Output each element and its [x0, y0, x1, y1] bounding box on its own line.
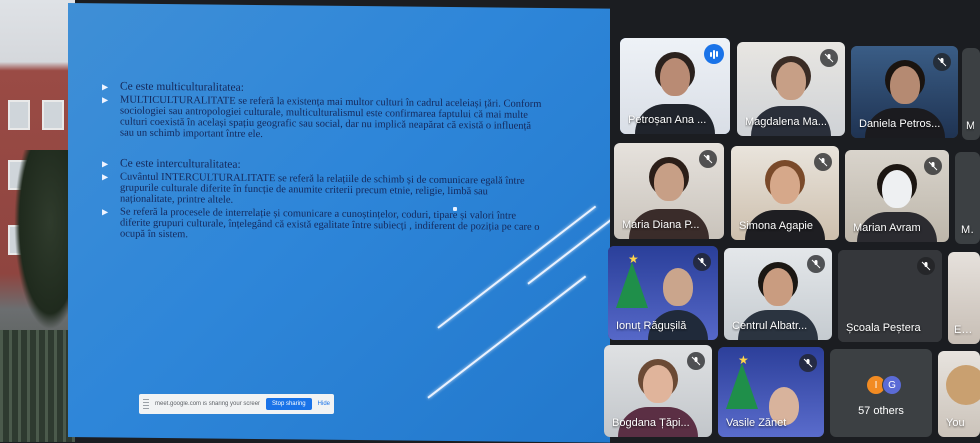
participant-name: Marian Avram: [853, 222, 921, 234]
mic-off-icon: [917, 257, 935, 275]
mic-off-icon: [693, 253, 711, 271]
building-window: [42, 100, 64, 130]
christmas-tree-icon: [616, 262, 648, 308]
mic-off-icon: [820, 49, 838, 67]
participant-tile[interactable]: Ma: [955, 152, 980, 244]
share-message: meet.google.com is sharing your screen.: [155, 401, 260, 407]
participant-name: Ma: [966, 120, 974, 132]
mic-off-icon: [699, 150, 717, 168]
mic-off-icon: [687, 352, 705, 370]
hide-button[interactable]: Hide: [318, 401, 330, 407]
decorative-line: [427, 275, 587, 399]
participant-tile[interactable]: Marian Avram: [845, 150, 949, 242]
mic-off-icon: [814, 153, 832, 171]
participant-name: Ma: [961, 224, 974, 236]
slide-text: Se referă la procesele de interrelație ș…: [120, 206, 540, 241]
participant-name: Centrul Albatr...: [732, 320, 808, 332]
mouse-pointer: [453, 207, 457, 211]
participant-name: Elen: [954, 324, 974, 336]
slide-text: Ce este multiculturalitatea:: [120, 80, 244, 94]
participant-tile[interactable]: Centrul Albatr...: [724, 248, 832, 340]
fence: [0, 330, 75, 442]
stop-sharing-button[interactable]: Stop sharing: [265, 398, 312, 410]
participant-tile[interactable]: Ma: [962, 48, 980, 140]
participant-name: Daniela Petros...: [859, 118, 941, 130]
slide-text: Ce este interculturalitatea:: [120, 157, 241, 171]
participant-name: Bogdana Țăpi...: [612, 417, 690, 429]
screen-share-bar: meet.google.com is sharing your screen. …: [139, 394, 334, 414]
drag-handle-icon[interactable]: [143, 399, 149, 409]
participant-name: Simona Agapie: [739, 220, 813, 232]
bullet-icon: ▶: [102, 95, 109, 105]
speaking-indicator-icon: [704, 44, 724, 64]
participant-tile[interactable]: ★ Ionuț Răgușilă: [608, 246, 718, 340]
participant-tile[interactable]: Bogdana Țăpi...: [604, 345, 712, 437]
participant-name: Maria Diana P...: [622, 219, 700, 231]
mic-off-icon: [807, 255, 825, 273]
building-window: [8, 100, 30, 130]
avatar: G: [882, 375, 902, 395]
slide-text: Cuvântul INTERCULTURALITATE se referă la…: [120, 171, 525, 206]
participant-tile[interactable]: Maria Diana P...: [614, 143, 724, 239]
participant-tile[interactable]: Simona Agapie: [731, 146, 839, 240]
participant-name: Ionuț Răgușilă: [616, 320, 687, 332]
others-tile[interactable]: I G 57 others: [830, 349, 932, 437]
mic-off-icon: [799, 354, 817, 372]
participant-tile[interactable]: ★ Vasile Zănet: [718, 347, 824, 437]
mic-off-icon: [933, 53, 951, 71]
christmas-tree-icon: [726, 363, 758, 409]
participant-tile[interactable]: Școala Peștera: [838, 250, 942, 342]
slide-text: MULTICULTURALITATE se referă la existenț…: [120, 94, 542, 141]
bullet-icon: ▶: [102, 207, 109, 217]
participant-name: You: [946, 417, 965, 429]
participant-tile[interactable]: Petroșan Ana ...: [620, 38, 730, 134]
participant-tile[interactable]: Daniela Petros...: [851, 46, 958, 138]
participant-name: Petroșan Ana ...: [628, 114, 707, 126]
slide-paragraph: ▶ Se referă la procesele de interrelație …: [102, 206, 542, 244]
others-count: 57 others: [858, 405, 904, 417]
participant-name: Vasile Zănet: [726, 417, 787, 429]
slide-paragraph: ▶ Cuvântul INTERCULTURALITATE se referă l…: [102, 171, 542, 209]
mic-off-icon: [924, 157, 942, 175]
slide-content: ▶ Ce este multiculturalitatea: ▶ MULTICULTU…: [102, 81, 542, 246]
presentation-slide: ▶ Ce este multiculturalitatea: ▶ MULTICULTU…: [68, 3, 610, 443]
bullet-icon: ▶: [102, 82, 109, 92]
self-view-tile[interactable]: You: [938, 351, 980, 437]
participant-tile[interactable]: Magdalena Ma...: [737, 42, 845, 136]
slide-paragraph: ▶ MULTICULTURALITATE se referă la existen…: [102, 94, 542, 143]
tree: [14, 150, 74, 330]
bullet-icon: ▶: [102, 172, 109, 182]
bullet-icon: ▶: [102, 159, 109, 169]
participant-tile[interactable]: Elen: [948, 252, 980, 344]
background-photo: [0, 0, 75, 442]
participant-name: Magdalena Ma...: [745, 116, 827, 128]
participant-name: Școala Peștera: [846, 322, 921, 334]
